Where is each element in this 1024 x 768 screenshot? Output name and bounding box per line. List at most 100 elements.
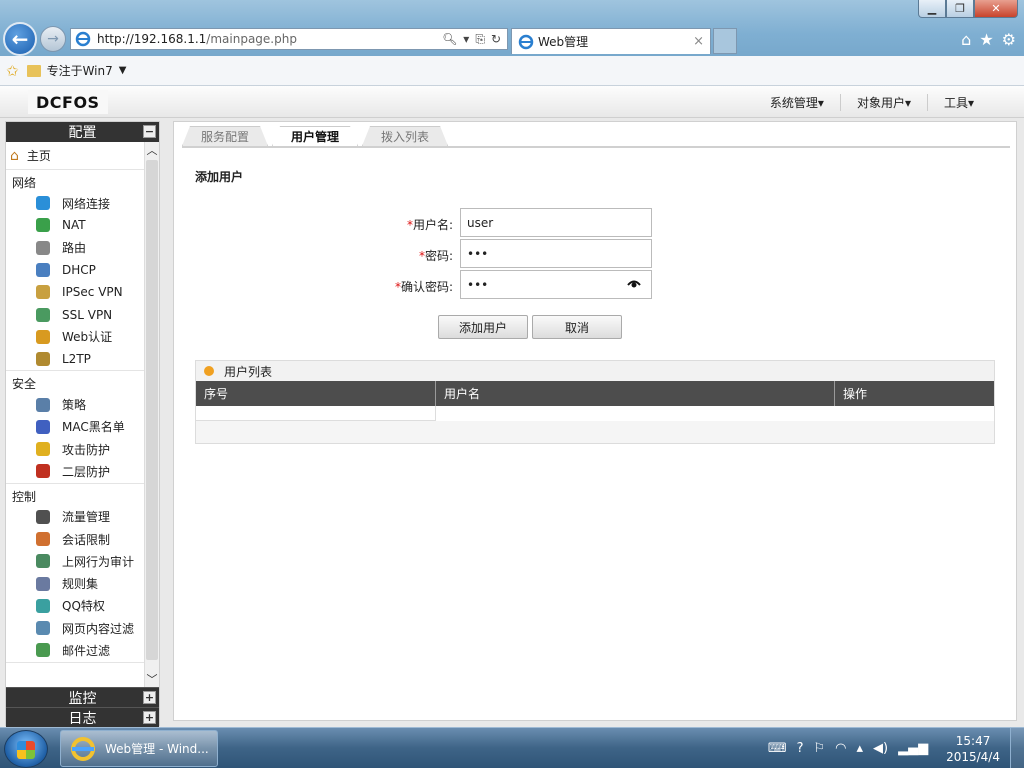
volume-icon[interactable]: ◀) [873,741,888,756]
ssl-icon [36,307,50,322]
show-hidden-icons[interactable]: ▴ [856,741,863,756]
favorites-add-icon[interactable]: ✩ [6,62,19,80]
sidebar-item[interactable]: 会话限制 [6,528,159,550]
column-username[interactable]: 用户名 [436,381,835,406]
confirm-password-input[interactable]: ••• [460,270,652,299]
ie-icon [75,31,91,47]
clock[interactable]: 15:47 2015/4/4 [946,733,1000,765]
wifi-icon[interactable]: ◠ [835,741,846,756]
browser-tab[interactable]: Web管理 × [511,28,711,54]
system-tray: ⌨ ? ⚐ ◠ ▴ ◀) ▂▄▆ 15:47 2015/4/4 [768,728,1024,768]
sidebar-item-home[interactable]: ⌂ 主页 [6,142,159,170]
action-center-icon[interactable]: ⚐ [813,741,825,756]
content-tabs: 服务配置 用户管理 拨入列表 [182,126,1010,148]
sidebar-item[interactable]: Web认证 [6,326,159,348]
sidebar-item[interactable]: IPSec VPN [6,281,159,303]
dhcp-icon [36,263,50,278]
arp-icon [36,464,50,479]
collapse-icon[interactable]: − [143,125,156,138]
favorites-link[interactable]: 专注于Win7 [47,62,113,79]
address-url[interactable]: http://192.168.1.1/mainpage.php [97,32,442,46]
sidebar-item[interactable]: MAC黑名单 [6,416,159,438]
favorites-dropdown-icon[interactable]: ▼ [119,65,127,76]
menu-object-users[interactable]: 对象用户▾ [839,94,927,111]
expand-icon[interactable]: + [143,691,156,704]
network-signal-icon[interactable]: ▂▄▆ [898,741,928,756]
sidebar-item[interactable]: QQ特权 [6,595,159,617]
new-tab-button[interactable] [713,28,737,54]
sidebar-item[interactable]: DHCP [6,259,159,281]
sidebar-group: 网络网络连接 NAT 路由 DHCP IPSec VPN SSL VPN Web认证 L2TP [6,170,159,372]
username-label: *用户名: [406,218,453,232]
taskbar-ie-window[interactable]: Web管理 - Wind... [60,730,218,767]
ie-tab-icon [518,34,534,49]
favorites-star-icon[interactable]: ★ [979,30,993,49]
password-row: *密码: ••• [174,239,1018,269]
search-icon[interactable]: 🔍︎ [442,32,457,47]
minimize-button[interactable]: ▁ [918,0,946,18]
tab-dialin-list[interactable]: 拨入列表 [362,126,448,146]
sidebar-section-config[interactable]: 配置 − [6,122,159,142]
windows-logo-icon [17,741,35,759]
column-index[interactable]: 序号 [196,381,436,406]
compat-view-icon[interactable]: ⎘ [475,32,485,47]
scroll-up-icon[interactable]: ︿ [145,142,159,158]
show-password-eye-icon[interactable] [627,279,641,289]
forward-button[interactable]: → [40,26,66,52]
sidebar-item[interactable]: 网页内容过滤 [6,617,159,639]
sidebar-item[interactable]: 攻击防护 [6,438,159,460]
sidebar-item[interactable]: NAT [6,214,159,236]
sidebar-section-monitor[interactable]: 监控 + [6,687,159,707]
sidebar: 配置 − ⌂ 主页 网络网络连接 NAT 路由 DHCP IPSec VPN SSL VP… [5,121,160,727]
cancel-button[interactable]: 取消 [532,315,622,339]
back-button[interactable]: ← [3,22,37,56]
scroll-down-icon[interactable]: ﹀ [145,671,159,687]
sidebar-item[interactable]: 规则集 [6,572,159,594]
sidebar-item[interactable]: 流量管理 [6,506,159,528]
home-icon[interactable]: ⌂ [961,30,971,49]
expand-icon[interactable]: + [143,711,156,724]
sidebar-item[interactable]: L2TP [6,348,159,370]
address-bar[interactable]: http://192.168.1.1/mainpage.php 🔍︎ ▾ ⎘ ↻ [70,28,508,50]
sidebar-item[interactable]: 邮件过滤 [6,639,159,661]
help-icon[interactable]: ? [797,741,804,756]
sidebar-item[interactable]: 二层防护 [6,460,159,482]
audit-icon [36,554,50,569]
show-desktop-button[interactable] [1010,728,1024,768]
confirm-password-label: *确认密码: [394,280,453,294]
settings-gear-icon[interactable]: ⚙ [1002,30,1016,49]
sidebar-scrollbar[interactable]: ︿ ﹀ [144,142,159,687]
menu-system-management[interactable]: 系统管理▾ [754,94,840,111]
sidebar-item-label: NAT [62,218,86,233]
close-window-button[interactable]: ✕ [974,0,1018,18]
sidebar-section-logs[interactable]: 日志 + [6,707,159,727]
username-input[interactable]: user [460,208,652,237]
tab-user-management[interactable]: 用户管理 [272,126,358,146]
password-input[interactable]: ••• [460,239,652,268]
sidebar-item[interactable]: 路由 [6,237,159,259]
tab-service-config[interactable]: 服务配置 [182,126,268,146]
table-row [196,406,994,421]
browser-titlebar: ▁ ❐ ✕ ← → http://192.168.1.1/mainpage.ph… [0,0,1024,56]
menu-tools[interactable]: 工具▾ [926,94,990,111]
sidebar-item-label: L2TP [62,352,91,367]
dropdown-icon[interactable]: ▾ [463,32,469,47]
sidebar-item[interactable]: SSL VPN [6,303,159,325]
sidebar-item[interactable]: 策略 [6,393,159,415]
sidebar-item-label: 上网行为审计 [62,554,135,569]
restore-button[interactable]: ❐ [946,0,974,18]
sidebar-item-label: 规则集 [62,577,99,592]
refresh-icon[interactable]: ↻ [491,32,501,47]
column-actions[interactable]: 操作 [835,381,994,406]
tab-close-icon[interactable]: × [693,34,704,49]
sidebar-group-title: 网络 [12,176,37,190]
user-table-header: 序号 用户名 操作 [196,381,994,406]
sidebar-item[interactable]: 网络连接 [6,192,159,214]
l2tp-icon [36,352,50,367]
scrollbar-thumb[interactable] [146,160,158,660]
add-user-button[interactable]: 添加用户 [438,315,528,339]
keyboard-icon[interactable]: ⌨ [768,741,787,756]
start-button[interactable] [4,730,48,768]
sidebar-item[interactable]: 上网行为审计 [6,550,159,572]
username-row: *用户名: user [174,208,1018,238]
